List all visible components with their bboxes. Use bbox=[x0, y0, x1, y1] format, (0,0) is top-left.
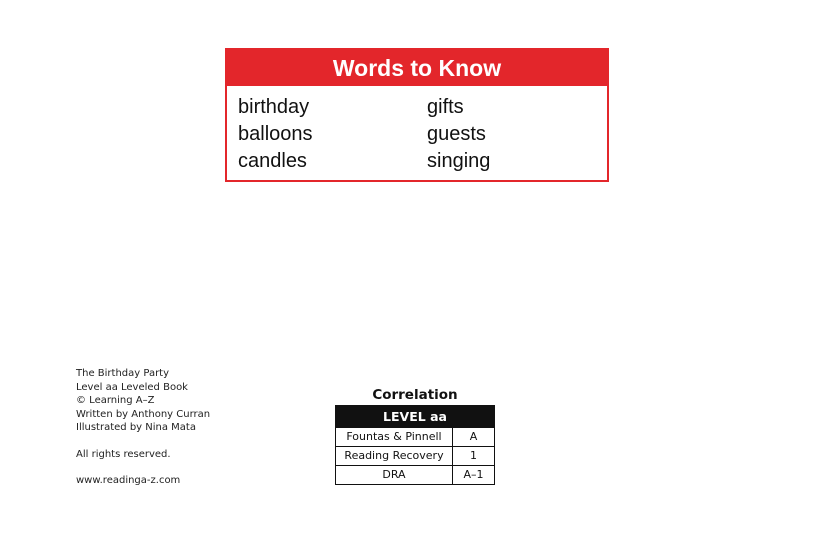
words-to-know-title: Words to Know bbox=[227, 50, 607, 86]
vocab-word: balloons bbox=[238, 123, 313, 145]
system-name: Fountas & Pinnell bbox=[336, 428, 453, 446]
table-row: Fountas & Pinnell A bbox=[336, 427, 494, 446]
system-value: 1 bbox=[470, 449, 477, 462]
table-row: Reading Recovery 1 bbox=[336, 446, 494, 465]
level-header: LEVEL aa bbox=[336, 406, 494, 427]
system-name: Reading Recovery bbox=[336, 447, 453, 465]
vocab-word: birthday bbox=[238, 96, 310, 118]
book-credits: The Birthday Party Level aa Leveled Book… bbox=[76, 367, 210, 488]
vocab-word: gifts bbox=[427, 96, 464, 118]
system-value: A bbox=[469, 430, 478, 443]
system-value: A–1 bbox=[463, 468, 484, 481]
vocab-word: candles bbox=[238, 150, 307, 172]
vocab-word: guests bbox=[427, 123, 486, 145]
rights-notice: All rights reserved. bbox=[76, 448, 171, 460]
book-level: Level aa Leveled Book bbox=[76, 381, 188, 393]
vocab-word: singing bbox=[427, 150, 491, 172]
words-left-column: birthday balloons candles bbox=[238, 94, 313, 175]
copyright: © Learning A–Z bbox=[76, 395, 155, 406]
website-text: www.readinga-z.com bbox=[76, 475, 181, 486]
author: Written by Anthony Curran bbox=[76, 408, 211, 420]
correlation-title: Correlation bbox=[372, 387, 458, 403]
words-right-column: gifts guests singing bbox=[427, 94, 490, 175]
book-title: The Birthday Party bbox=[76, 368, 170, 379]
correlation-table: LEVEL aa Fountas & Pinnell A Reading Rec… bbox=[335, 405, 495, 485]
illustrator: Illustrated by Nina Mata bbox=[76, 422, 196, 433]
correlation-section: Correlation LEVEL aa Fountas & Pinnell A… bbox=[335, 386, 495, 485]
system-name: DRA bbox=[336, 466, 453, 484]
words-to-know-box: Words to Know birthday balloons candles … bbox=[225, 48, 609, 182]
table-row: DRA A–1 bbox=[336, 465, 494, 484]
